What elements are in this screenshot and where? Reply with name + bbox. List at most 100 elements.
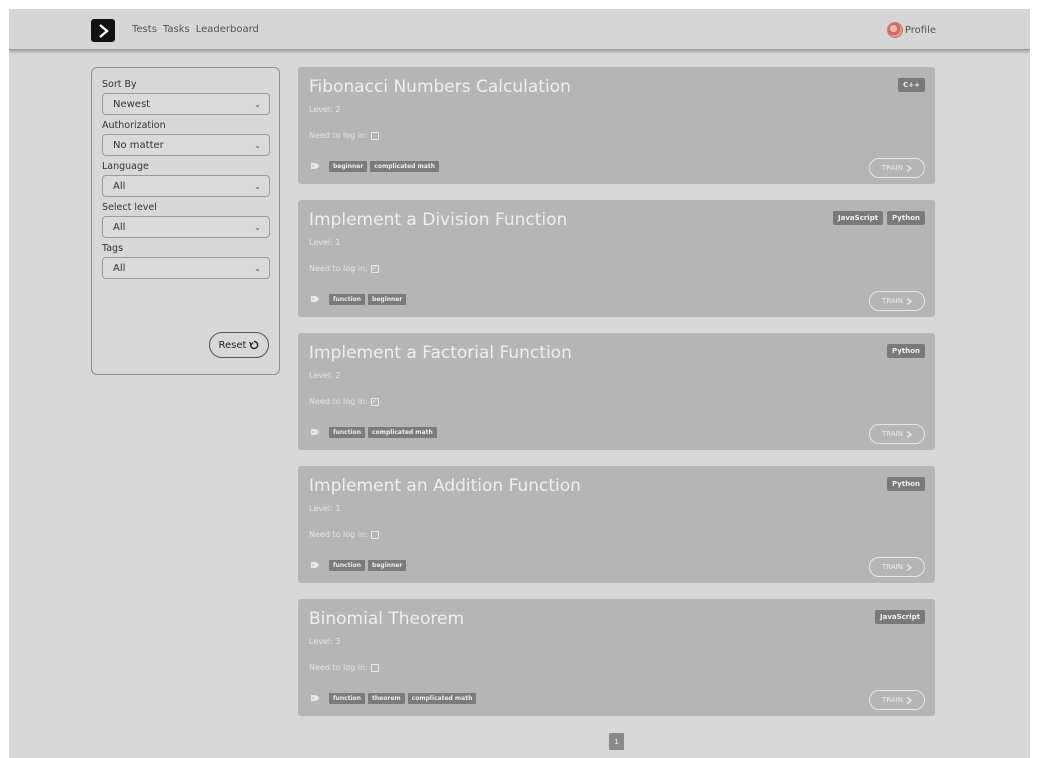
train-button[interactable]: TRAIN — [869, 424, 925, 444]
reset-button[interactable]: Reset — [209, 332, 269, 358]
logo-chevron-icon[interactable] — [91, 19, 115, 42]
avatar — [886, 22, 903, 38]
task-title[interactable]: Implement a Division Function — [309, 210, 567, 230]
authorization-value: No matter — [113, 139, 164, 151]
chevron-right-icon — [906, 563, 912, 571]
task-login-requirement: Need to log in: — [309, 131, 379, 140]
task-title[interactable]: Fibonacci Numbers Calculation — [309, 77, 571, 97]
task-level: Level: 3 — [309, 637, 341, 646]
chevron-down-icon: ⌄ — [254, 181, 261, 191]
sort-by-value: Newest — [113, 98, 151, 110]
tag-badge: beginner — [368, 560, 407, 571]
tags-value: All — [113, 262, 126, 274]
tag-badge: complicated math — [368, 427, 437, 438]
tag-icon — [311, 295, 320, 305]
task-languages: C++ — [898, 78, 925, 92]
login-label: Need to log in: — [309, 264, 368, 273]
language-badge: Python — [887, 211, 925, 225]
task-title[interactable]: Implement a Factorial Function — [309, 343, 572, 363]
tag-badge: beginner — [329, 161, 368, 172]
task-tags: function complicated math — [311, 427, 437, 438]
language-badge: JavaScript — [833, 211, 884, 225]
task-card: Implement an Addition Function Level: 1 … — [298, 466, 935, 583]
tag-badge: complicated math — [370, 161, 440, 172]
filter-language: Language All ⌄ — [102, 161, 270, 197]
language-label: Language — [102, 161, 149, 172]
language-value: All — [113, 180, 126, 192]
profile-label: Profile — [904, 24, 936, 36]
chevron-right-icon — [906, 297, 912, 305]
tag-icon — [311, 694, 320, 704]
train-button[interactable]: TRAIN — [869, 158, 925, 178]
nav-link-leaderboard[interactable]: Leaderboard — [196, 24, 259, 35]
tag-badge: function — [329, 560, 366, 571]
task-card: Implement a Division Function Level: 1 N… — [298, 200, 935, 317]
chevron-right-icon — [906, 164, 912, 172]
task-languages: Python — [887, 344, 925, 358]
tags-select[interactable]: All ⌄ — [102, 257, 270, 279]
chevron-down-icon: ⌄ — [254, 263, 261, 273]
tag-badge: function — [329, 693, 366, 704]
profile-link[interactable]: Profile — [886, 22, 936, 38]
task-tags: function beginner — [311, 294, 407, 305]
task-level: Level: 2 — [309, 105, 341, 114]
tag-badge: function — [329, 427, 366, 438]
login-label: Need to log in: — [309, 530, 368, 539]
chevron-down-icon: ⌄ — [254, 99, 261, 109]
train-label: TRAIN — [882, 563, 903, 571]
train-label: TRAIN — [882, 696, 903, 704]
sort-by-select[interactable]: Newest ⌄ — [102, 93, 270, 115]
tag-icon — [311, 162, 320, 172]
train-button[interactable]: TRAIN — [869, 690, 925, 710]
task-title[interactable]: Binomial Theorem — [309, 609, 464, 629]
task-card: Implement a Factorial Function Level: 2 … — [298, 333, 935, 450]
login-checkbox — [370, 530, 379, 539]
tag-badge: complicated math — [407, 693, 477, 704]
level-select[interactable]: All ⌄ — [102, 216, 270, 238]
tag-badge: theorem — [368, 693, 405, 704]
login-label: Need to log in: — [309, 131, 368, 140]
task-languages: JavaScript — [874, 610, 925, 624]
filter-authorization: Authorization No matter ⌄ — [102, 120, 270, 156]
task-tags: function beginner — [311, 560, 407, 571]
task-tags: beginner complicated math — [311, 161, 440, 172]
train-label: TRAIN — [882, 297, 903, 305]
sort-by-label: Sort By — [102, 79, 137, 90]
nav-links: Tests Tasks Leaderboard — [132, 24, 259, 35]
reset-icon — [249, 340, 259, 350]
chevron-down-icon: ⌄ — [254, 140, 261, 150]
level-label: Select level — [102, 202, 157, 213]
top-navbar: Tests Tasks Leaderboard Profile — [9, 9, 1030, 50]
reset-label: Reset — [218, 339, 247, 351]
level-value: All — [113, 221, 126, 233]
login-checkbox — [370, 663, 379, 672]
train-label: TRAIN — [882, 164, 903, 172]
task-login-requirement: Need to log in: ✓ — [309, 397, 379, 406]
app-viewport: Tests Tasks Leaderboard Profile Sort By … — [9, 9, 1030, 758]
task-card: Fibonacci Numbers Calculation Level: 2 N… — [298, 67, 935, 184]
task-title[interactable]: Implement an Addition Function — [309, 476, 581, 496]
filter-sort-by: Sort By Newest ⌄ — [102, 79, 270, 115]
train-button[interactable]: TRAIN — [869, 291, 925, 311]
nav-link-tasks[interactable]: Tasks — [163, 24, 190, 35]
task-login-requirement: Need to log in: — [309, 663, 379, 672]
chevron-down-icon: ⌄ — [254, 222, 261, 232]
chevron-right-icon — [99, 23, 109, 38]
filter-level: Select level All ⌄ — [102, 202, 270, 238]
task-level: Level: 1 — [309, 504, 341, 513]
pagination-page-1[interactable]: 1 — [609, 733, 624, 750]
language-badge: Python — [887, 344, 925, 358]
tag-badge: function — [329, 294, 366, 305]
nav-link-tests[interactable]: Tests — [132, 24, 157, 35]
filters-panel: Sort By Newest ⌄ Authorization No matter… — [91, 67, 280, 375]
train-button[interactable]: TRAIN — [869, 557, 925, 577]
language-select[interactable]: All ⌄ — [102, 175, 270, 197]
tags-label: Tags — [102, 243, 124, 254]
task-login-requirement: Need to log in: — [309, 530, 379, 539]
login-checkbox — [370, 131, 379, 140]
authorization-select[interactable]: No matter ⌄ — [102, 134, 270, 156]
login-checkbox: ✓ — [370, 264, 379, 273]
task-login-requirement: Need to log in: ✓ — [309, 264, 379, 273]
task-tags: function theorem complicated math — [311, 693, 477, 704]
chevron-right-icon — [906, 696, 912, 704]
